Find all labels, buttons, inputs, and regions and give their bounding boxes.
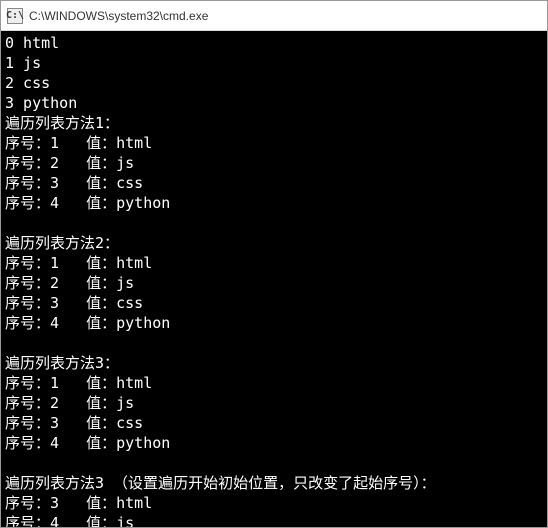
output-line: 序号：2 值：js bbox=[5, 394, 134, 412]
titlebar[interactable]: C:\ C:\WINDOWS\system32\cmd.exe bbox=[1, 1, 547, 31]
output-line: 3 python bbox=[5, 94, 77, 112]
output-line: 序号：4 值：python bbox=[5, 194, 170, 212]
output-line: 序号：4 值：python bbox=[5, 314, 170, 332]
output-line: 序号：4 值：python bbox=[5, 434, 170, 452]
section-header: 遍历列表方法3： bbox=[5, 354, 119, 372]
output-line: 序号：2 值：js bbox=[5, 154, 134, 172]
output-line: 序号：3 值：css bbox=[5, 414, 143, 432]
window-title: C:\WINDOWS\system32\cmd.exe bbox=[29, 9, 208, 23]
output-line: 序号：2 值：js bbox=[5, 274, 134, 292]
output-line: 序号：1 值：html bbox=[5, 134, 152, 152]
output-line: 序号：3 值：css bbox=[5, 174, 143, 192]
section-header: 遍历列表方法3 （设置遍历开始初始位置，只改变了起始序号）： bbox=[5, 474, 436, 492]
output-line: 序号：1 值：html bbox=[5, 254, 152, 272]
section-header: 遍历列表方法1： bbox=[5, 114, 119, 132]
cmd-icon: C:\ bbox=[7, 8, 23, 24]
output-line: 1 js bbox=[5, 54, 41, 72]
output-line: 序号：3 值：css bbox=[5, 294, 143, 312]
output-line: 序号：4 值：js bbox=[5, 514, 134, 527]
output-line: 2 css bbox=[5, 74, 50, 92]
output-line: 0 html bbox=[5, 34, 59, 52]
cmd-window: C:\ C:\WINDOWS\system32\cmd.exe 0 html 1… bbox=[0, 0, 548, 528]
output-line: 序号：3 值：html bbox=[5, 494, 152, 512]
output-line: 序号：1 值：html bbox=[5, 374, 152, 392]
terminal-output[interactable]: 0 html 1 js 2 css 3 python 遍历列表方法1： 序号：1… bbox=[1, 31, 547, 527]
section-header: 遍历列表方法2： bbox=[5, 234, 119, 252]
